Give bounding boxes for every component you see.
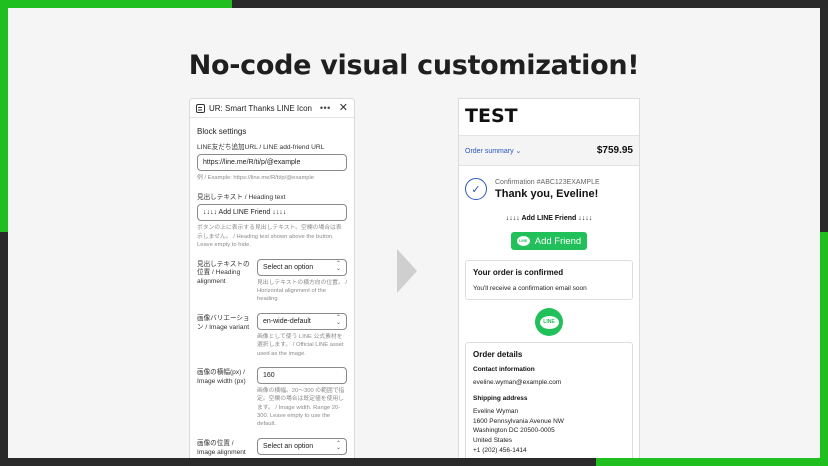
order-total: $759.95 — [596, 145, 633, 156]
arrow-right-icon — [397, 249, 417, 293]
image-variant-select[interactable]: en-wide-default ⌃ ⌄ — [257, 312, 347, 330]
heading-field-group: 見出しテキスト / Heading text ↓↓↓↓ Add LINE Fri… — [197, 191, 347, 249]
image-variant-help: 画像として使う LINE 公式素材を選択します。 / Official LINE… — [257, 333, 344, 357]
contact-info-title: Contact information — [473, 366, 535, 373]
more-options-icon[interactable]: ••• — [320, 103, 331, 113]
image-width-row: 画像の横幅(px) / Image width (px) 160 画像の横幅。2… — [197, 366, 347, 429]
frame-dark-top — [232, 0, 828, 8]
confirmation-header: ✓ Confirmation #ABC123EXAMPLE Thank you,… — [459, 166, 639, 200]
order-confirmed-title: Your order is confirmed — [473, 268, 564, 277]
check-circle-icon: ✓ — [465, 178, 487, 200]
url-input[interactable]: https://line.me/R/ti/p/@example — [197, 154, 347, 171]
image-alignment-row: 画像の位置 / Image alignment Select an option… — [197, 437, 347, 458]
image-alignment-value: Select an option — [263, 442, 314, 450]
add-friend-label: Add Friend — [534, 235, 582, 247]
heading-alignment-row: 見出しテキストの位置 / Heading alignment Select an… — [197, 258, 348, 304]
shipping-address: Eveline Wyman 1600 Pennsylvania Avenue N… — [473, 407, 564, 454]
url-field-group: LINE友だち追加URL / LINE add-friend URL https… — [197, 141, 347, 182]
frame-accent-right — [820, 232, 828, 466]
image-width-label: 画像の横幅(px) / Image width (px) — [197, 368, 246, 385]
url-label: LINE友だち追加URL / LINE add-friend URL — [197, 144, 325, 151]
thank-you-title: Thank you, Eveline! — [495, 187, 599, 200]
image-alignment-label: 画像の位置 / Image alignment — [197, 439, 246, 456]
headline: No-code visual customization! — [188, 50, 640, 81]
url-help: 例 / Example: https://line.me/R/ti/p/@exa… — [197, 175, 315, 181]
app-block-icon — [196, 103, 205, 113]
panel-body: Block settings LINE友だち追加URL / LINE add-f… — [190, 118, 354, 458]
image-variant-row: 画像バリエーション / Image variant en-wide-defaul… — [197, 312, 347, 358]
line-heading-text: ↓↓↓↓ Add LINE Friend ↓↓↓↓ — [505, 215, 593, 222]
chevron-updown-icon: ⌃ ⌄ — [335, 261, 341, 273]
contact-email: eveline.wyman@example.com — [473, 379, 562, 386]
add-friend-button[interactable]: LINE Add Friend — [510, 232, 588, 250]
close-icon[interactable]: ✕ — [339, 102, 348, 114]
frame-accent-bottom — [596, 458, 828, 466]
image-width-input[interactable]: 160 — [257, 366, 347, 384]
heading-alignment-select[interactable]: Select an option ⌃ ⌄ — [257, 258, 347, 276]
order-summary-bar[interactable]: Order summary ⌄ $759.95 — [459, 135, 639, 166]
shipping-address-title: Shipping address — [473, 394, 528, 402]
order-details-card: Order details Contact information evelin… — [465, 342, 633, 458]
heading-alignment-help: 見出しテキストの横方向の位置。 / Horizontal alignment o… — [257, 279, 348, 303]
panel-title: UR: Smart Thanks LINE Icon — [209, 103, 312, 113]
image-variant-label: 画像バリエーション / Image variant — [197, 314, 250, 331]
order-confirmed-card: Your order is confirmed You'll receive a… — [465, 260, 633, 300]
image-variant-value: en-wide-default — [263, 317, 311, 325]
order-confirmed-text: You'll receive a confirmation email soon — [473, 285, 587, 292]
block-settings-panel: UR: Smart Thanks LINE Icon ••• ✕ Block s… — [189, 98, 355, 458]
heading-input[interactable]: ↓↓↓↓ Add LINE Friend ↓↓↓↓ — [197, 204, 347, 222]
confirmation-number: Confirmation #ABC123EXAMPLE — [495, 178, 600, 186]
heading-help: ボタンの上に表示する見出しテキスト。空欄の場合は表示しません。 / Headin… — [197, 225, 342, 249]
chevron-updown-icon: ⌃ ⌄ — [335, 440, 341, 452]
chevron-updown-icon: ⌃ ⌄ — [335, 315, 341, 327]
order-details-title: Order details — [473, 350, 523, 359]
image-alignment-select[interactable]: Select an option ⌃ ⌄ — [257, 437, 347, 455]
frame-accent-top — [0, 0, 232, 8]
slide-canvas: No-code visual customization! UR: Smart … — [8, 8, 820, 458]
line-circle-icon[interactable]: LINE — [535, 308, 563, 336]
image-width-help: 画像の横幅。20～300 の範囲で指定。空欄の場合は既定値を使用します。 / I… — [257, 387, 345, 428]
store-name: TEST — [465, 105, 518, 127]
order-summary-toggle[interactable]: Order summary ⌄ — [465, 147, 521, 155]
line-logo-icon: LINE — [516, 236, 530, 246]
heading-alignment-value: Select an option — [263, 263, 314, 271]
heading-alignment-label: 見出しテキストの位置 / Heading alignment — [197, 260, 250, 286]
section-title: Block settings — [197, 127, 247, 136]
frame-dark-left — [0, 232, 8, 466]
thank-you-page-preview: TEST Order summary ⌄ $759.95 ✓ Confirmat… — [458, 98, 640, 458]
frame-accent-left — [0, 0, 8, 232]
panel-header: UR: Smart Thanks LINE Icon ••• ✕ — [190, 99, 354, 118]
heading-label: 見出しテキスト / Heading text — [197, 194, 286, 202]
frame-dark-bottom — [0, 458, 596, 466]
